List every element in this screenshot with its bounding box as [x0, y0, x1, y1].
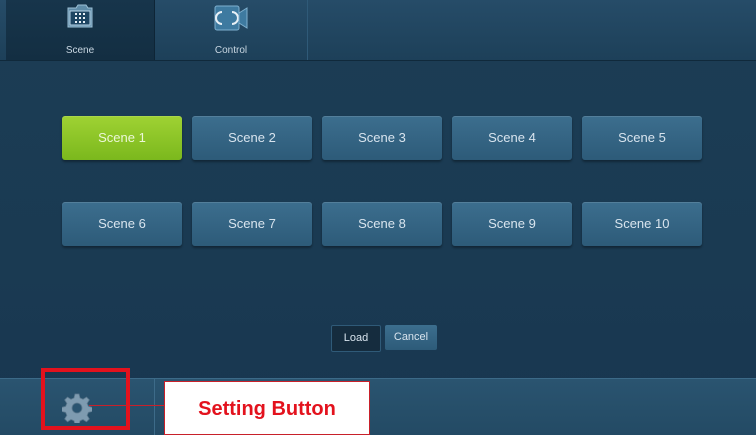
cancel-button[interactable]: Cancel — [385, 325, 437, 350]
scene-button-8[interactable]: Scene 8 — [322, 202, 442, 246]
scene-button-5[interactable]: Scene 5 — [582, 116, 702, 160]
tab-scene[interactable]: Scene — [6, 0, 155, 60]
tab-scene-label: Scene — [65, 45, 95, 56]
control-icon — [211, 3, 251, 36]
keypad-icon — [64, 3, 96, 32]
tab-control-label: Control — [214, 45, 248, 56]
load-button[interactable]: Load — [331, 325, 381, 352]
tab-bar: Scene Control — [0, 0, 756, 61]
bottom-divider — [154, 379, 155, 435]
callout-line — [89, 405, 164, 406]
scene-button-4[interactable]: Scene 4 — [452, 116, 572, 160]
setting-button-callout: Setting Button — [164, 381, 370, 435]
scene-button-7[interactable]: Scene 7 — [192, 202, 312, 246]
scene-button-1[interactable]: Scene 1 — [62, 116, 182, 160]
highlight-box — [41, 368, 130, 430]
scene-button-2[interactable]: Scene 2 — [192, 116, 312, 160]
scene-button-9[interactable]: Scene 9 — [452, 202, 572, 246]
scene-button-10[interactable]: Scene 10 — [582, 202, 702, 246]
app-window: Scene Control Scene 1 Scene 2 Scene 3 Sc… — [0, 0, 756, 435]
scene-button-3[interactable]: Scene 3 — [322, 116, 442, 160]
tab-control[interactable]: Control — [155, 0, 308, 60]
scene-button-6[interactable]: Scene 6 — [62, 202, 182, 246]
